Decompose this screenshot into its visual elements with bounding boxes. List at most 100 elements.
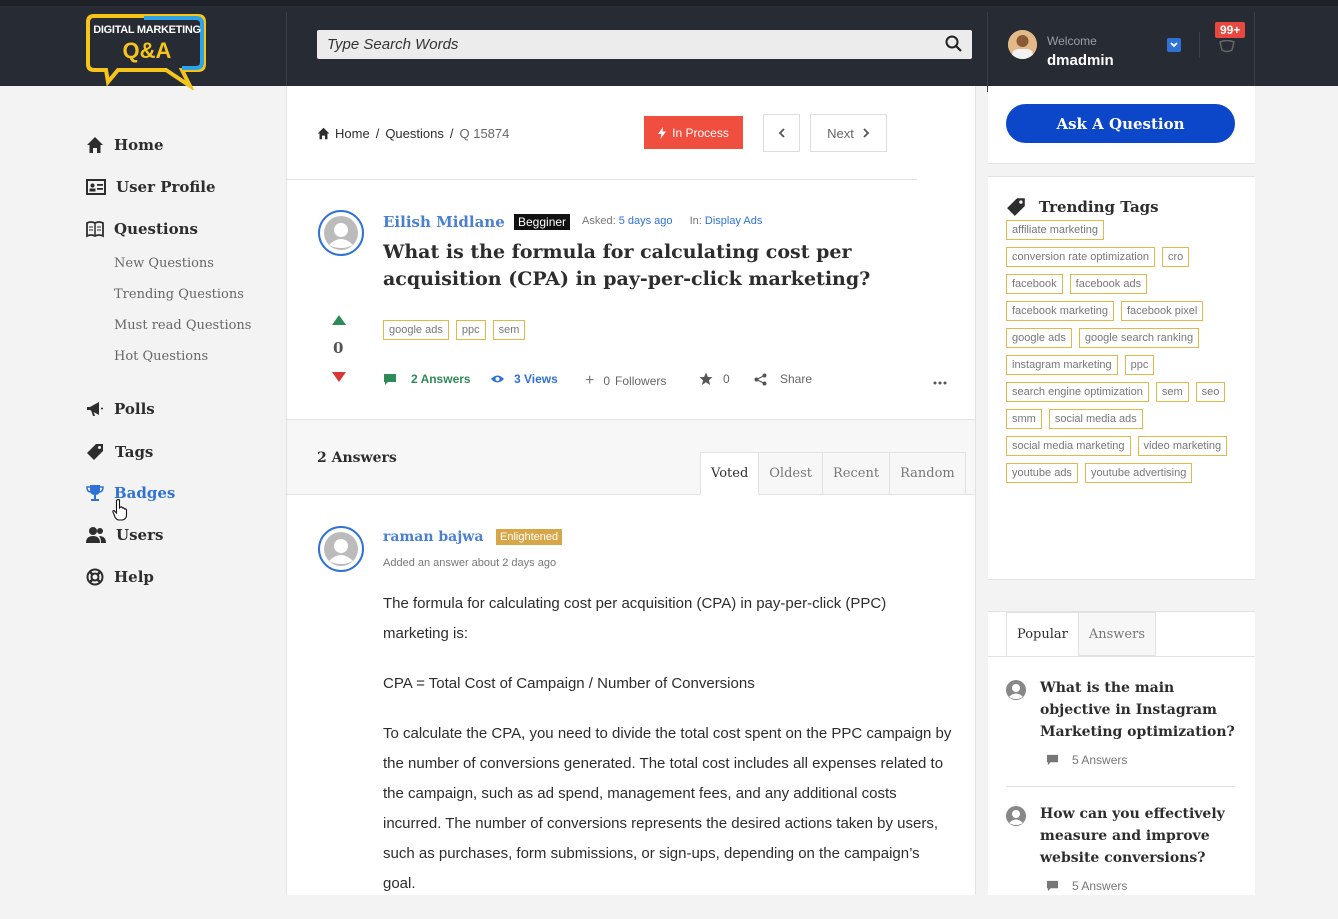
answer-author-avatar[interactable] [318,526,364,572]
trending-tag[interactable]: conversion rate optimization [1006,247,1155,267]
trending-tag[interactable]: facebook pixel [1121,301,1204,321]
popular-answers-label: 5 Answers [1072,753,1128,767]
ask-question-button[interactable]: Ask A Question [1006,104,1235,143]
sidebar-item-questions[interactable]: Questions [86,220,198,238]
trending-tag[interactable]: facebook marketing [1006,301,1114,321]
notification-badge[interactable]: 99+ [1215,22,1246,38]
sidebar-subitem-hot-questions[interactable]: Hot Questions [114,349,208,364]
trending-tags-title: Trending Tags [1006,196,1159,217]
sidebar-subitem-new-questions[interactable]: New Questions [114,256,214,271]
question-category[interactable]: Display Ads [705,215,762,227]
trending-tags-list: affiliate marketing conversion rate opti… [1006,220,1241,483]
site-logo[interactable]: DIGITAL MARKETING Q&A [86,12,208,92]
breadcrumb: Home / Questions / Q 15874 [317,126,509,141]
trending-tag[interactable]: ppc [1124,355,1155,375]
search-placeholder: Type Search Words [327,36,459,53]
downvote-icon[interactable] [332,369,346,387]
trending-tag[interactable]: youtube advertising [1084,463,1193,483]
tab-random[interactable]: Random [890,452,966,495]
sidebar-item-user-profile[interactable]: User Profile [86,178,216,196]
trending-tag[interactable]: instagram marketing [1006,355,1118,375]
follow-button[interactable]: + 0 Followers [585,372,666,390]
search-input[interactable]: Type Search Words [317,30,972,59]
username[interactable]: dmadmin [1047,52,1114,69]
prev-button[interactable] [763,114,800,152]
trending-tag[interactable]: google ads [1006,328,1072,348]
tag-google-ads[interactable]: google ads [383,320,449,340]
share-button[interactable]: Share [754,372,812,386]
author-badge: Begginer [514,214,571,230]
breadcrumb-questions[interactable]: Questions [385,126,444,141]
breadcrumb-home[interactable]: Home [335,126,370,141]
trending-tag[interactable]: cro [1161,247,1190,267]
asked-label: Asked: [582,215,616,227]
trending-tag[interactable]: google search ranking [1078,328,1200,348]
sidebar-subitem-trending-questions[interactable]: Trending Questions [114,287,244,302]
asked-time[interactable]: 5 days ago [619,215,673,227]
trophy-icon [86,485,104,501]
tab-recent[interactable]: Recent [823,452,891,495]
sidebar-item-label: User Profile [116,178,216,196]
favorite-button[interactable]: 0 [699,372,730,386]
notification-icon[interactable] [1218,39,1236,59]
trending-tag[interactable]: affiliate marketing [1006,220,1105,240]
plus-icon: + [585,372,595,389]
more-options-icon[interactable] [933,372,947,390]
author-avatar[interactable] [318,210,364,256]
sidebar-subitem-must-read-questions[interactable]: Must read Questions [114,318,251,333]
status-badge[interactable]: In Process [644,116,743,149]
next-label: Next [827,125,854,141]
search-icon[interactable] [945,35,962,57]
breadcrumb-separator: / [375,126,380,141]
question-title: What is the formula for calculating cost… [383,241,871,290]
trending-tag[interactable]: sem [1155,382,1189,402]
answers-count[interactable]: 2 Answers [383,372,471,386]
sidebar-item-label: Users [116,526,164,544]
popular-title[interactable]: How can you effectively measure and impr… [1040,803,1236,869]
sidebar-item-home[interactable]: Home [86,136,164,154]
share-icon [754,373,767,385]
question-author[interactable]: Eilish Midlane [383,213,505,231]
trending-tag[interactable]: search engine optimization [1006,382,1149,402]
tag-sem[interactable]: sem [492,320,526,340]
trending-tag[interactable]: social media ads [1048,409,1143,429]
tab-oldest[interactable]: Oldest [759,452,823,495]
trending-tag[interactable]: social media marketing [1006,436,1131,456]
mouse-cursor-icon [112,498,128,526]
trending-tag[interactable]: youtube ads [1006,463,1078,483]
bolt-icon [658,126,667,139]
answer-meta: Added an answer about 2 days ago [383,557,557,569]
home-icon [317,127,330,140]
answer-paragraph: CPA = Total Cost of Campaign / Number of… [383,675,755,692]
trending-tag[interactable]: facebook ads [1069,274,1148,294]
logo-text-qa: Q&A [122,38,172,63]
breadcrumb-current: Q 15874 [459,126,510,141]
upvote-icon[interactable] [332,312,346,330]
trending-tag[interactable]: facebook [1006,274,1063,294]
sidebar-item-tags[interactable]: Tags [86,442,153,461]
popular-title[interactable]: What is the main objective in Instagram … [1040,677,1236,743]
tab-answers[interactable]: Answers [1078,612,1157,656]
views-count: 3 Views [491,372,558,386]
chevron-down-icon[interactable] [1167,38,1181,52]
trending-tag[interactable]: video marketing [1137,436,1228,456]
trending-tag[interactable]: smm [1006,409,1042,429]
answer-author[interactable]: raman bajwa [383,529,483,545]
question-meta: Asked: 5 days ago In: Display Ads [582,215,762,227]
stars-count: 0 [723,372,730,386]
trending-tag[interactable]: seo [1195,382,1226,402]
tag-ppc[interactable]: ppc [455,320,486,340]
sidebar-item-users[interactable]: Users [86,526,163,544]
tab-popular[interactable]: Popular [1006,612,1079,656]
top-header: DIGITAL MARKETING Q&A Type Search Words … [0,0,1338,92]
vote-count: 0 [333,339,344,357]
sidebar-item-polls[interactable]: Polls [86,400,155,418]
tag-icon [1007,198,1025,216]
sidebar-item-help[interactable]: Help [86,568,154,586]
divider [287,179,917,180]
tab-voted[interactable]: Voted [700,452,760,495]
next-button[interactable]: Next [810,114,887,152]
sidebar-item-label: Help [114,568,154,586]
sidebar-item-badges[interactable]: Badges [86,484,175,502]
divider [988,163,1255,177]
